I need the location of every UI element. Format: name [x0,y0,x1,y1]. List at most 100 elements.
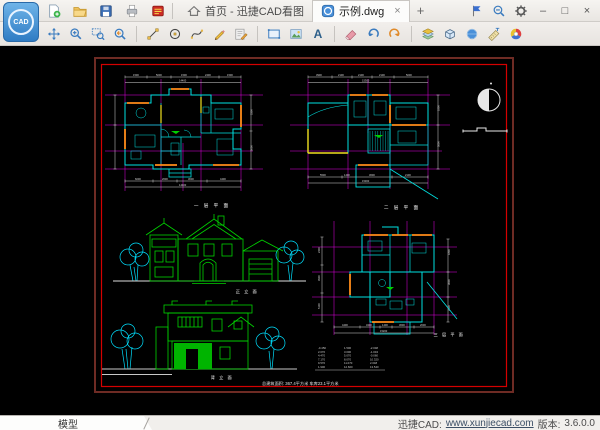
open-folder-icon [73,6,87,17]
ground-line [102,368,297,375]
tab-close-button[interactable]: × [394,5,400,17]
pan-button[interactable] [44,24,64,44]
floor-plan-1: 1500 5000 1500 2400 1500 14400 6000 2600… [105,73,263,191]
minimize-button[interactable]: – [536,5,550,17]
drawing-frame [94,57,514,393]
svg-text:6000: 6000 [135,177,141,181]
maximize-button[interactable]: □ [558,5,572,17]
undo-button[interactable] [363,24,383,44]
save-button[interactable] [96,1,116,21]
render-view-button[interactable] [462,24,482,44]
color-wheel-icon [510,28,522,39]
new-tab-button[interactable]: + [410,0,432,22]
line-tool-icon [147,27,159,40]
furniture [353,100,417,144]
spline-tool-icon [190,29,204,39]
convert-pdf-button[interactable] [148,1,168,21]
svg-text:3300: 3300 [250,109,254,115]
circle-tool-button[interactable] [165,24,185,44]
svg-text:5100: 5100 [317,303,321,309]
wall-accents-yellow [307,129,348,154]
eraser-icon [345,29,357,40]
toolbar-separator-2 [257,25,258,42]
window-controls: – □ × [470,0,598,22]
color-palette-button[interactable] [506,24,526,44]
zoom-window-button[interactable] [88,24,108,44]
redo-button[interactable] [385,24,405,44]
zoom-extents-icon [114,28,126,40]
new-file-button[interactable] [44,1,64,21]
insert-image-button[interactable] [286,24,306,44]
dimension-labels: 4400 3400 1400 3600 2000 15200 2400 3900… [317,247,451,334]
text-tool-button[interactable]: A [308,24,328,44]
circle-tool-icon [169,28,181,39]
redo-icon [389,27,400,37]
viewport-icon [267,28,281,39]
open-file-button[interactable] [70,1,90,21]
floor-plan-3: 4400 3400 1400 3600 2000 15200 2400 3900… [312,221,458,335]
tab-document[interactable]: 示例.dwg × [312,0,410,22]
layers-button[interactable] [418,24,438,44]
walls [349,226,458,335]
model-space-tab[interactable]: 模型 [0,416,152,430]
back-door [186,349,198,369]
annotate-button[interactable] [231,24,251,44]
svg-text:15200: 15200 [380,329,388,333]
website-link[interactable]: www.xunjiecad.com [446,418,534,429]
render-sphere-icon [466,28,478,39]
svg-text:3600: 3600 [447,279,451,285]
text-tool-icon: A [313,26,323,41]
new-file-icon [49,3,61,18]
svg-text:1500: 1500 [181,73,187,77]
zoom-in-button[interactable] [66,24,86,44]
svg-text:5000: 5000 [156,73,162,77]
tab-home[interactable]: 首页 - 迅捷CAD看图 [179,0,312,22]
pencil-draw-button[interactable] [209,24,229,44]
layers-icon [422,27,434,40]
house-front [145,214,284,284]
svg-text:3600: 3600 [437,141,441,147]
close-button[interactable]: × [580,5,594,17]
cube-3d-icon [445,28,455,39]
spline-tool-button[interactable] [187,24,207,44]
zoom-in-icon [70,27,82,39]
zoom-extents-button[interactable] [110,24,130,44]
svg-text:2400: 2400 [317,247,321,253]
tab-home-label: 首页 - 迅捷CAD看图 [205,5,304,18]
eraser-button[interactable] [341,24,361,44]
dimension-labels: 1500 5000 1500 2400 1500 14400 6000 2600… [133,73,254,187]
back-elevation [102,300,297,375]
version-label: 版本: [537,419,561,430]
title-bar: 首页 - 迅捷CAD看图 示例.dwg × + – □ × [0,0,600,22]
measure-button[interactable] [484,24,504,44]
wall-accents [350,94,426,166]
zoom-search-icon[interactable] [492,4,506,18]
wall-accents-yellow [160,97,202,123]
quick-access-toolbar [44,1,168,21]
tree-right [275,240,305,282]
svg-text:3400: 3400 [366,323,372,327]
svg-text:2400: 2400 [205,73,211,77]
cube-3d-button[interactable] [440,24,460,44]
line-tool-button[interactable] [143,24,163,44]
plan1-title: 一 层 平 面 [194,203,230,209]
walls [307,94,439,200]
app-logo[interactable]: CAD [3,2,39,42]
svg-text:1.900: 1.900 [318,365,325,369]
plan2-title: 二 层 平 面 [384,205,420,211]
tree-left [110,323,144,370]
svg-text:14400: 14400 [179,183,187,187]
viewport-button[interactable] [264,24,284,44]
cad-drawing: 1500 5000 1500 2400 1500 14400 6000 2600… [94,57,514,393]
svg-text:3900: 3900 [317,275,321,281]
svg-text:2000: 2000 [420,323,426,327]
svg-text:3900: 3900 [316,73,322,77]
annotate-icon [235,28,248,40]
settings-gear-icon[interactable] [514,4,528,18]
dwg-file-icon [321,4,335,18]
print-button[interactable] [122,1,142,21]
version-value: 3.6.0.0 [564,417,595,429]
feedback-flag-icon[interactable] [470,4,484,18]
drawing-canvas[interactable]: 1500 5000 1500 2400 1500 14400 6000 2600… [0,46,600,415]
cad-logo-text: CAD [8,9,34,35]
